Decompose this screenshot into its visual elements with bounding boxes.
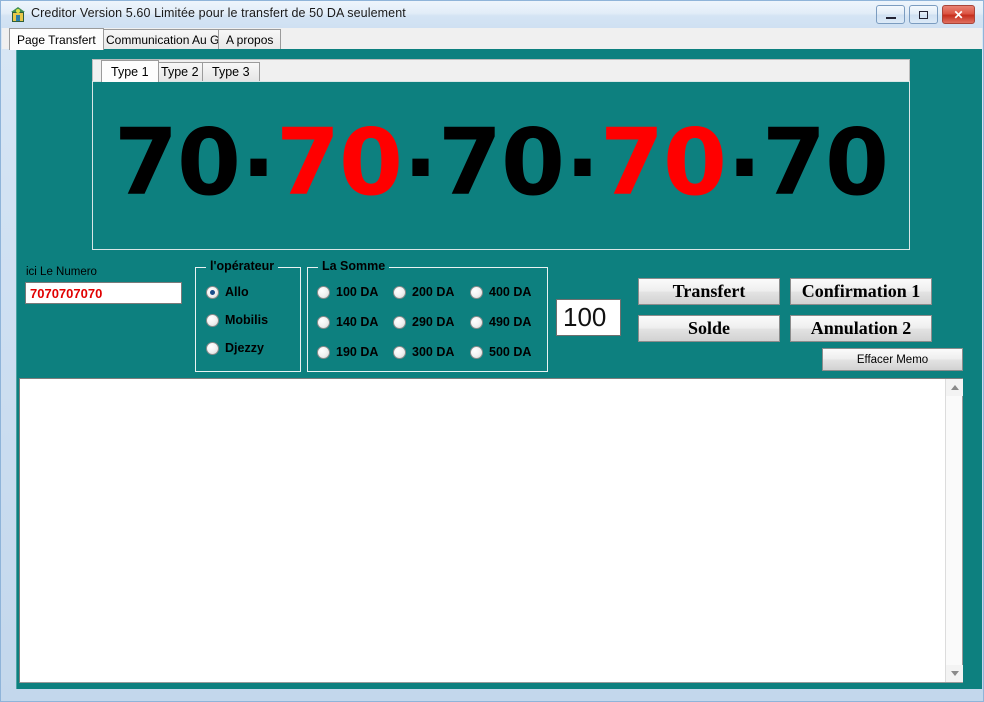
- effacer-memo-button[interactable]: Effacer Memo: [822, 348, 963, 371]
- maximize-icon: [910, 6, 937, 23]
- radio-operateur-djezzy[interactable]: Djezzy: [206, 341, 264, 355]
- tab-type-2[interactable]: Type 2: [151, 62, 209, 81]
- radio-label: 490 DA: [489, 315, 532, 329]
- radio-label: 300 DA: [412, 345, 455, 359]
- solde-button[interactable]: Solde: [638, 315, 780, 342]
- radio-label: 290 DA: [412, 315, 455, 329]
- memo-scrollbar[interactable]: [945, 379, 963, 682]
- button-label: Effacer Memo: [856, 353, 929, 366]
- number-display-panel: 70 · 70 · 70 · 70 · 70: [92, 81, 910, 250]
- transfert-button[interactable]: Transfert: [638, 278, 780, 305]
- number-group-4: 70: [599, 108, 727, 216]
- close-button[interactable]: ✕: [942, 5, 975, 24]
- radio-label: 190 DA: [336, 345, 379, 359]
- maximize-button[interactable]: [909, 5, 938, 24]
- scroll-down-button[interactable]: [946, 665, 963, 682]
- somme-group: La Somme 100 DA 200 DA 400 DA 140 DA 290…: [307, 259, 548, 372]
- number-group-5: 70: [761, 108, 889, 216]
- number-separator-2: ·: [403, 114, 438, 222]
- radio-somme-300[interactable]: 300 DA: [393, 345, 454, 359]
- title-bar: Creditor Version 5.60 Limitée pour le tr…: [1, 1, 983, 28]
- minimize-button[interactable]: [876, 5, 905, 24]
- radio-dot-icon: [206, 341, 219, 355]
- radio-dot-icon: [393, 285, 406, 299]
- application-window: Creditor Version 5.60 Limitée pour le tr…: [0, 0, 984, 702]
- memo-textarea[interactable]: [19, 378, 963, 683]
- radio-label: Djezzy: [225, 341, 264, 355]
- radio-label: Mobilis: [225, 313, 269, 327]
- radio-label: Allo: [225, 285, 249, 299]
- radio-somme-100[interactable]: 100 DA: [317, 285, 378, 299]
- number-group-3: 70: [437, 108, 565, 216]
- radio-somme-400[interactable]: 400 DA: [470, 285, 531, 299]
- tab-label: A propos: [226, 32, 274, 47]
- annulation-button[interactable]: Annulation 2: [790, 315, 932, 342]
- radio-operateur-mobilis[interactable]: Mobilis: [206, 313, 268, 327]
- chevron-down-icon: [950, 671, 959, 676]
- radio-dot-icon: [470, 345, 483, 359]
- tab-label: Type 3: [212, 65, 250, 79]
- number-separator-1: ·: [241, 114, 276, 222]
- confirmation-button[interactable]: Confirmation 1: [790, 278, 932, 305]
- type-tab-strip: Type 1 Type 2 Type 3: [92, 59, 910, 82]
- radio-somme-190[interactable]: 190 DA: [317, 345, 378, 359]
- minimize-icon: [877, 6, 904, 23]
- number-group-2: 70: [276, 108, 403, 216]
- radio-dot-icon: [470, 315, 483, 329]
- scrollbar-track[interactable]: [946, 396, 962, 665]
- operateur-group-title: l'opérateur: [206, 259, 279, 273]
- button-label: Annulation 2: [810, 318, 912, 338]
- scroll-up-button[interactable]: [946, 379, 963, 396]
- chevron-up-icon: [950, 385, 959, 390]
- number-separator-4: ·: [727, 114, 762, 222]
- radio-dot-icon: [470, 285, 483, 299]
- button-label: Transfert: [672, 281, 746, 301]
- numero-input[interactable]: 7070707070: [25, 282, 182, 304]
- radio-label: 100 DA: [336, 285, 379, 299]
- radio-somme-290[interactable]: 290 DA: [393, 315, 454, 329]
- amount-input[interactable]: 100: [556, 299, 621, 336]
- tab-a-propos[interactable]: A propos: [218, 29, 282, 49]
- radio-somme-140[interactable]: 140 DA: [317, 315, 378, 329]
- window-title: Creditor Version 5.60 Limitée pour le tr…: [31, 6, 406, 20]
- number-group-1: 70: [114, 108, 241, 216]
- number-separator-3: ·: [565, 114, 600, 222]
- number-display: 70 · 70 · 70 · 70 · 70: [93, 82, 909, 249]
- radio-dot-icon: [317, 345, 330, 359]
- tab-type-3[interactable]: Type 3: [202, 62, 260, 81]
- radio-label: 140 DA: [336, 315, 379, 329]
- radio-somme-490[interactable]: 490 DA: [470, 315, 531, 329]
- radio-dot-icon: [206, 285, 219, 299]
- radio-dot-icon: [317, 285, 330, 299]
- radio-dot-icon: [393, 345, 406, 359]
- tab-page-transfert[interactable]: Page Transfert: [9, 28, 104, 50]
- numero-label: ici Le Numero: [26, 266, 97, 278]
- tab-label: Type 1: [111, 64, 149, 79]
- app-icon: [9, 6, 27, 24]
- tab-label: Page Transfert: [17, 32, 96, 47]
- tab-label: Type 2: [161, 65, 199, 79]
- radio-operateur-allo[interactable]: Allo: [206, 285, 249, 299]
- radio-label: 500 DA: [489, 345, 532, 359]
- operateur-group: l'opérateur Allo Mobilis Djezzy: [195, 259, 301, 372]
- radio-dot-icon: [393, 315, 406, 329]
- radio-dot-icon: [206, 313, 219, 327]
- radio-label: 200 DA: [412, 285, 455, 299]
- button-label: Confirmation 1: [801, 281, 921, 301]
- radio-somme-200[interactable]: 200 DA: [393, 285, 454, 299]
- main-tab-strip: Page Transfert Communication Au GSM A pr…: [2, 28, 982, 50]
- close-icon: ✕: [953, 7, 964, 22]
- radio-dot-icon: [317, 315, 330, 329]
- somme-group-title: La Somme: [318, 259, 390, 273]
- radio-somme-500[interactable]: 500 DA: [470, 345, 531, 359]
- tab-type-1[interactable]: Type 1: [101, 60, 159, 82]
- button-label: Solde: [687, 318, 730, 338]
- radio-label: 400 DA: [489, 285, 532, 299]
